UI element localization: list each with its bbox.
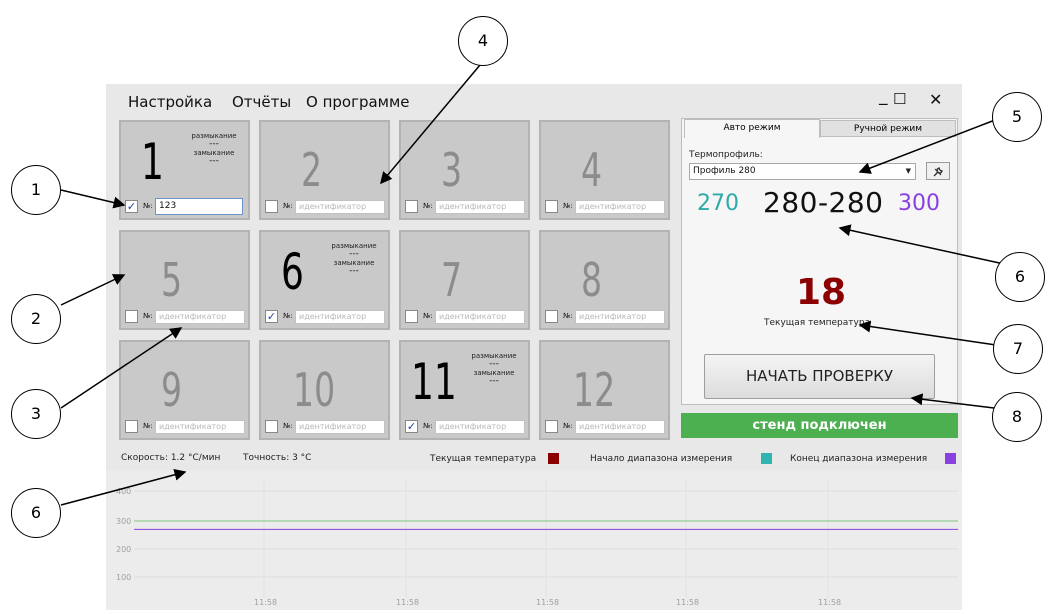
callout-8: 8 [992,392,1042,442]
callout-1: 1 [11,165,61,215]
callout-6-bottom: 6 [11,488,61,538]
callout-6-top: 6 [995,252,1045,302]
callout-7: 7 [993,324,1043,374]
callout-2: 2 [11,294,61,344]
callout-arrows [60,64,1005,506]
callout-5: 5 [992,92,1042,142]
callout-3: 3 [11,389,61,439]
callout-4: 4 [458,16,508,66]
